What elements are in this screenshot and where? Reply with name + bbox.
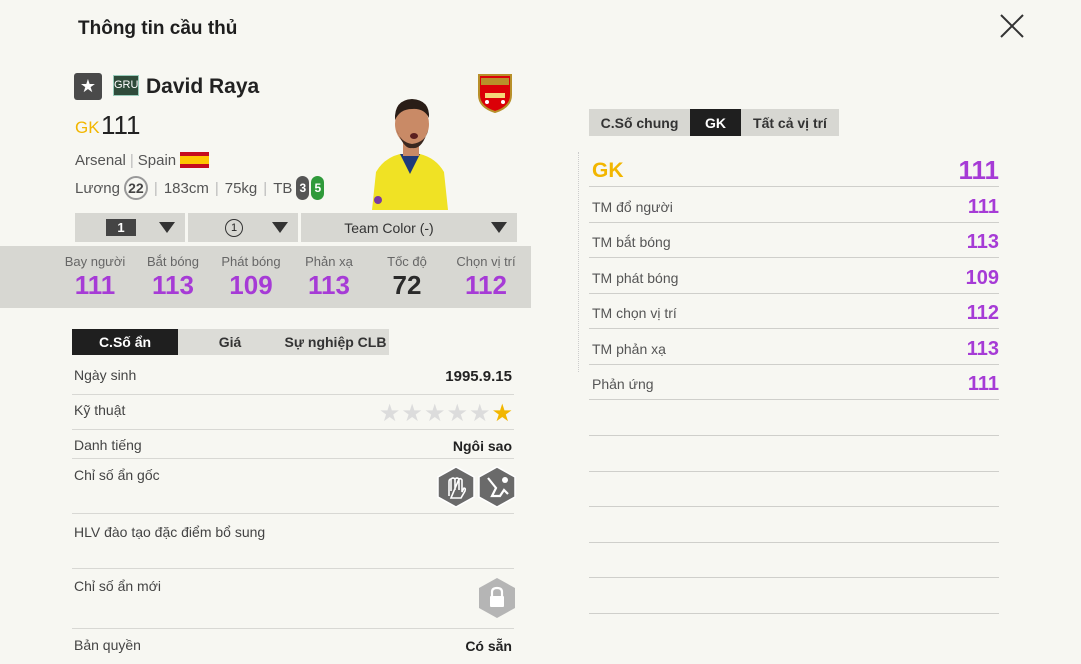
stat-reflexes: Phản xạ 113 <box>305 254 353 300</box>
level-value: 1 <box>106 219 136 236</box>
position-head-row: GK 111 <box>589 152 999 187</box>
tab-all-positions[interactable]: Tất cả vị trí <box>741 109 839 136</box>
empty-row <box>589 472 999 507</box>
player-name: David Raya <box>146 75 260 98</box>
level-dropdown[interactable]: 1 <box>75 213 185 242</box>
row-fame: Danh tiếng Ngôi sao <box>72 430 514 459</box>
position-row: Phản ứng 111 <box>589 365 999 400</box>
tab-club-career[interactable]: Sự nghiệp CLB <box>282 329 389 355</box>
salary-badge: 22 <box>123 176 148 200</box>
right-foot-badge: 5 <box>311 176 325 200</box>
salary-label: Lương <box>75 179 120 197</box>
chevron-down-icon <box>159 222 175 233</box>
spain-flag-icon <box>180 152 210 168</box>
player-ovr: 111 <box>101 110 141 140</box>
club-crest-icon <box>478 74 512 113</box>
position-tabs: C.Số chung GK Tất cả vị trí <box>589 109 839 136</box>
empty-row <box>589 436 999 472</box>
position-row: TM đổ người 111 <box>589 187 999 223</box>
club-nation-line: Arsenal | Spain <box>75 152 210 169</box>
row-license: Bản quyền Có sẵn <box>74 637 512 654</box>
team-color-level-value: 1 <box>225 218 243 237</box>
season-badge: GRU <box>113 75 139 96</box>
glove-hex-icon[interactable] <box>437 466 475 508</box>
position-row: TM chọn vị trí 112 <box>589 294 999 329</box>
star-icon: ★ <box>74 73 102 100</box>
position-row: TM bắt bóng 113 <box>589 223 999 258</box>
chevron-down-icon <box>491 222 507 233</box>
stat-handling: Bắt bóng 113 <box>146 254 200 300</box>
chevron-down-icon <box>272 222 288 233</box>
position-row: TM phát bóng 109 <box>589 258 999 294</box>
stat-positioning: Chọn vị trí 112 <box>456 254 516 300</box>
tab-gk[interactable]: GK <box>690 109 741 136</box>
empty-row <box>589 507 999 543</box>
empty-row <box>589 578 999 614</box>
row-birthdate: Ngày sinh 1995.9.15 <box>72 360 514 395</box>
skill-stars: ★★★★★★ <box>378 400 514 427</box>
row-skill: Kỹ thuật ★★★★★★ <box>72 395 514 430</box>
team-color-value: Team Color (-) <box>344 219 434 236</box>
team-color-dropdown[interactable]: Team Color (-) <box>301 213 517 242</box>
weight: 75kg <box>224 179 258 197</box>
tab-general-stats[interactable]: C.Số chung <box>589 109 690 136</box>
close-icon[interactable] <box>996 10 1028 42</box>
nation-name: Spain <box>137 152 177 169</box>
player-position: GK <box>75 118 100 137</box>
club-name: Arsenal <box>75 152 126 169</box>
lock-hex-icon[interactable] <box>478 577 516 619</box>
position-row: TM phản xạ 113 <box>589 329 999 365</box>
tab-price[interactable]: Giá <box>178 329 282 355</box>
stat-diving: Bay người 111 <box>64 254 126 300</box>
empty-row <box>589 543 999 578</box>
empty-row <box>589 400 999 436</box>
row-new-traits: Chỉ số ẩn mới <box>72 569 516 629</box>
height: 183cm <box>163 179 209 197</box>
left-foot-badge: 3 <box>296 176 310 200</box>
row-original-traits: Chỉ số ẩn gốc <box>72 459 516 514</box>
kick-hex-icon[interactable] <box>478 466 516 508</box>
tab-hidden-stats[interactable]: C.Số ẩn <box>72 329 178 355</box>
row-coach-traits: HLV đào tạo đặc điểm bổ sung <box>72 514 514 569</box>
stat-speed: Tốc độ 72 <box>387 254 427 300</box>
main-stats-band: Bay người 111 Bắt bóng 113 Phát bóng 109 Ph… <box>0 246 531 308</box>
player-portrait <box>372 99 448 210</box>
team-color-level-dropdown[interactable]: 1 <box>188 213 298 242</box>
page-title: Thông tin cầu thủ <box>78 18 238 39</box>
detail-tabs: C.Số ẩn Giá Sự nghiệp CLB <box>72 329 389 355</box>
body-type: TB <box>273 179 293 197</box>
player-info-line: Lương 22 | 183cm | 75kg | TB 3 5 <box>75 176 325 200</box>
stat-kicking: Phát bóng 109 <box>221 254 281 300</box>
